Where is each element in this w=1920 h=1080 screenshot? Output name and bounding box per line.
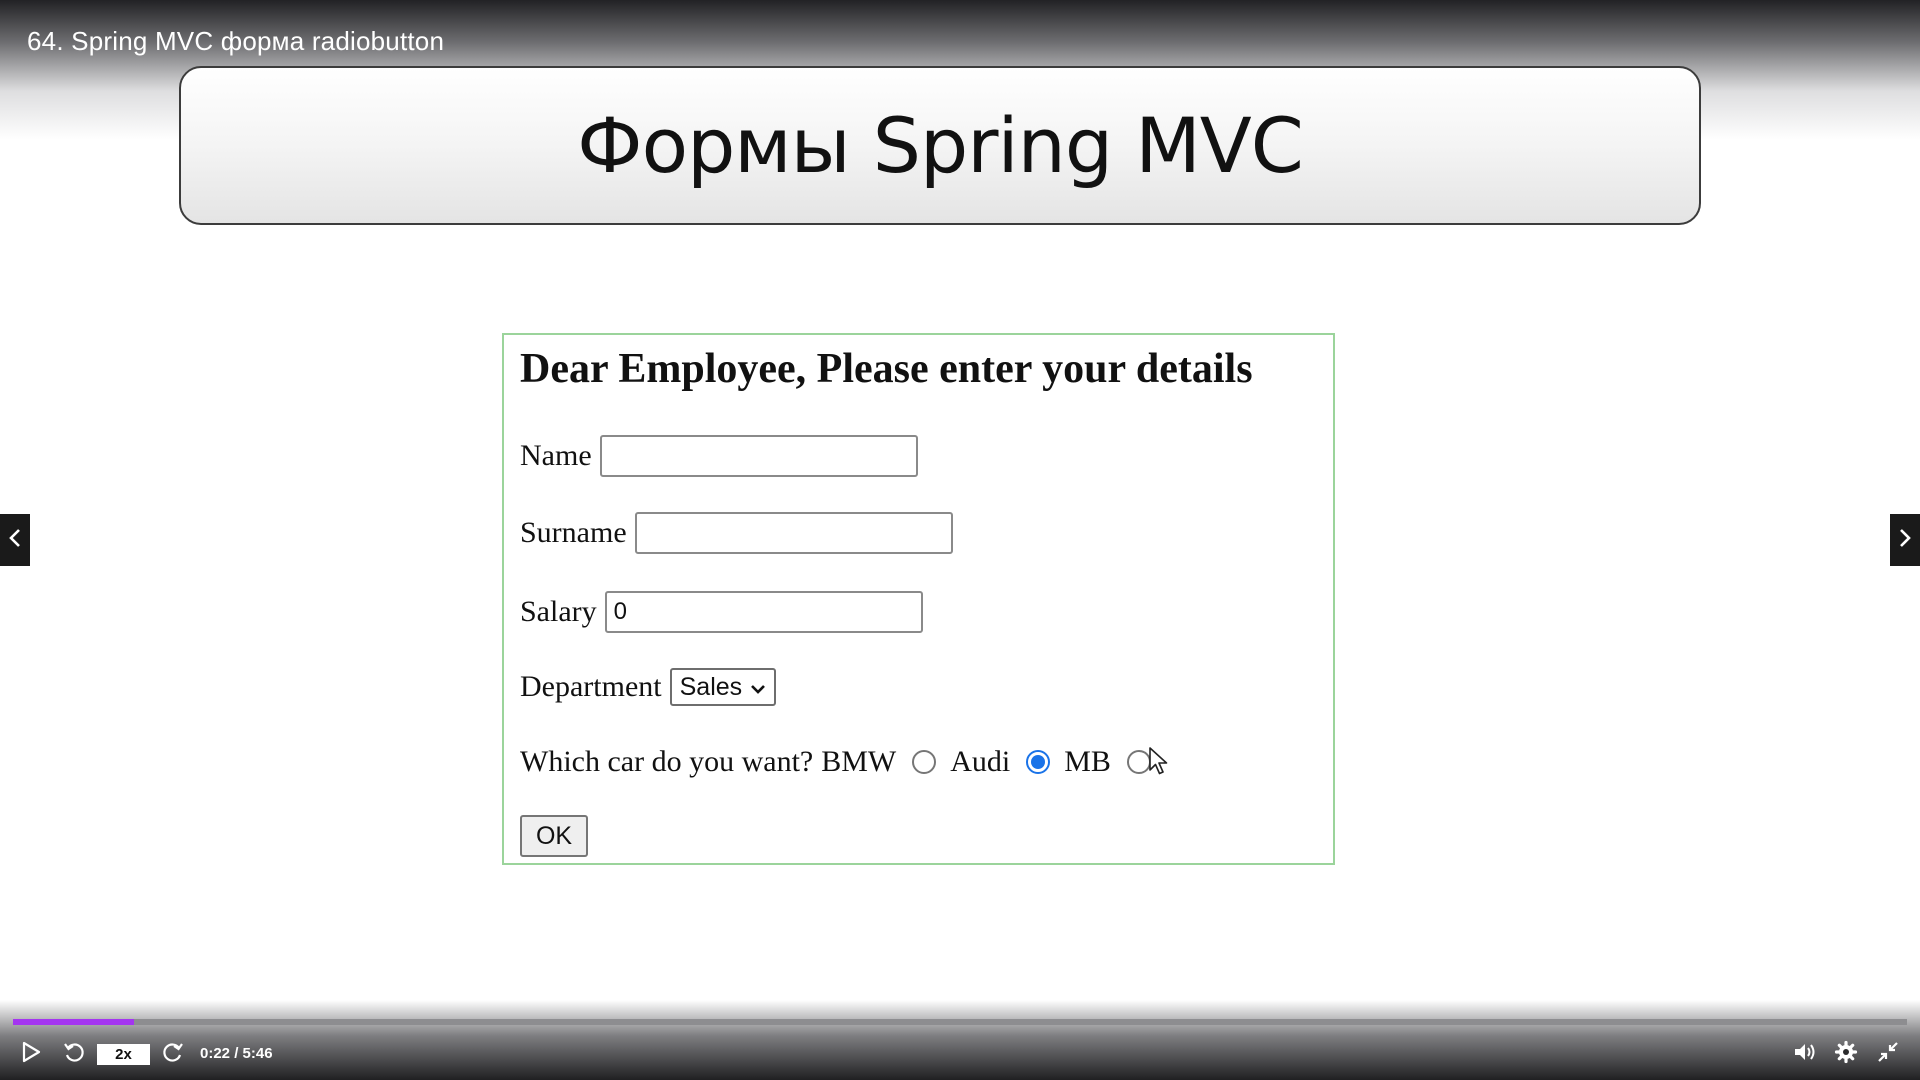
exit-fullscreen-icon — [1877, 1041, 1899, 1068]
department-row: Department Sales — [520, 668, 777, 706]
department-selected-value: Sales — [679, 672, 743, 701]
play-icon — [20, 1040, 42, 1069]
chevron-left-icon — [8, 527, 22, 554]
previous-lecture-button[interactable] — [0, 514, 30, 566]
department-label: Department — [520, 670, 662, 703]
car-row: Which car do you want? BMW Audi MB — [520, 745, 1165, 779]
chevron-down-icon — [750, 673, 766, 702]
rewind-icon — [62, 1040, 86, 1069]
car-option-label: BMW — [821, 745, 897, 778]
forward-icon — [161, 1040, 185, 1069]
play-button[interactable] — [14, 1038, 48, 1070]
salary-label: Salary — [520, 595, 597, 628]
salary-input[interactable]: 0 — [604, 591, 923, 633]
form-heading: Dear Employee, Please enter your details — [520, 346, 1253, 392]
car-radio-bmw[interactable] — [912, 750, 937, 774]
volume-button[interactable] — [1788, 1038, 1822, 1070]
employee-form: Dear Employee, Please enter your details… — [502, 333, 1335, 865]
name-input[interactable] — [599, 435, 918, 477]
settings-button[interactable] — [1829, 1038, 1863, 1070]
surname-row: Surname — [520, 512, 953, 554]
car-radio-audi[interactable] — [1026, 750, 1051, 774]
next-lecture-button[interactable] — [1890, 514, 1920, 566]
department-select[interactable]: Sales — [669, 668, 777, 706]
progress-bar[interactable] — [13, 1019, 1907, 1025]
ok-button[interactable]: OK — [520, 815, 588, 857]
surname-input[interactable] — [634, 512, 953, 554]
controls-overlay — [0, 1000, 1920, 1080]
volume-icon — [1792, 1040, 1818, 1069]
car-question: Which car do you want? — [520, 745, 814, 778]
time-display: 0:22 / 5:46 — [200, 1045, 273, 1062]
playback-speed-button[interactable]: 2x — [97, 1044, 150, 1065]
progress-fill — [13, 1019, 135, 1025]
car-option-label: MB — [1064, 745, 1111, 778]
slide-banner: Формы Spring MVC — [179, 66, 1701, 225]
video-frame[interactable]: 64. Spring MVC форма radiobutton Формы S… — [0, 0, 1920, 1080]
car-option-label: Audi — [950, 745, 1011, 778]
forward-button[interactable] — [157, 1038, 189, 1070]
gear-icon — [1834, 1040, 1858, 1069]
rewind-button[interactable] — [58, 1038, 90, 1070]
slide-banner-title: Формы Spring MVC — [577, 101, 1304, 190]
video-title: 64. Spring MVC форма radiobutton — [27, 26, 445, 56]
name-row: Name — [520, 435, 918, 477]
mouse-cursor-icon — [1148, 746, 1170, 781]
exit-fullscreen-button[interactable] — [1871, 1038, 1905, 1070]
name-label: Name — [520, 439, 592, 472]
salary-row: Salary 0 — [520, 591, 923, 633]
chevron-right-icon — [1898, 527, 1912, 554]
surname-label: Surname — [520, 516, 627, 549]
